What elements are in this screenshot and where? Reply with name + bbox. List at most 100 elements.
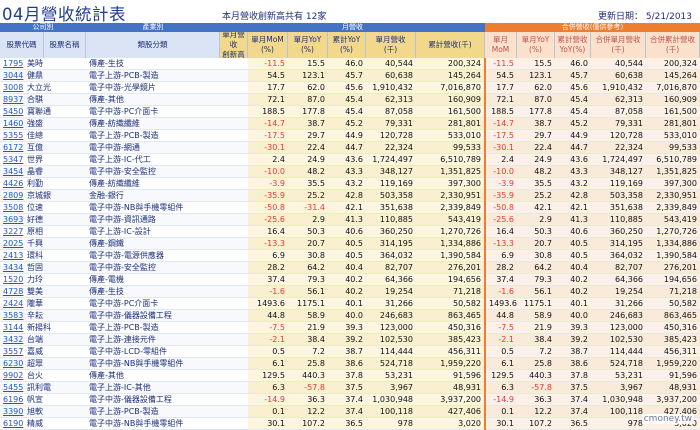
stock-name: 精威 <box>24 417 86 430</box>
yoy-value: 440.3 <box>288 369 328 383</box>
stock-name: 利勤 <box>24 177 86 191</box>
yoy-value: 48.2 <box>288 165 328 179</box>
stock-code-link[interactable]: 3432 <box>0 333 24 347</box>
col-cum-rev[interactable]: 累計營收(千) <box>416 32 485 58</box>
stock-code-link[interactable]: 5450 <box>0 105 24 119</box>
col-monthly-rev[interactable]: 單月營收 (千) <box>366 32 416 58</box>
c-yoy-value: 42.1 <box>517 201 555 215</box>
c-cum-yoy-value: 44.9 <box>555 129 591 143</box>
stock-code-link[interactable]: 3454 <box>0 165 24 179</box>
col-new-high[interactable]: 單月營收 創新高 <box>220 32 248 58</box>
stock-code-link[interactable]: 3390 <box>0 405 24 419</box>
cum-yoy-value: 45.2 <box>328 117 366 131</box>
table-row: 2413 環科 電子中游-電源供應器 6.9 30.8 40.5 364,032 1,390,… <box>0 249 700 263</box>
cum-rev-value: 160,909 <box>416 93 485 107</box>
stock-code-link[interactable]: 3144 <box>0 321 24 335</box>
col-mom[interactable]: 單月MoM (%) <box>248 32 288 58</box>
stock-code-link[interactable]: 3044 <box>0 69 24 83</box>
new-high-cell <box>220 189 248 203</box>
monthly-rev-value: 114,444 <box>366 345 416 359</box>
category: 電子上游-PCB-製造 <box>86 129 220 143</box>
update-value: 5/21/2013 <box>645 12 692 22</box>
stock-code-link[interactable]: 6172 <box>0 141 24 155</box>
mom-value: 44.8 <box>248 309 288 323</box>
c-yoy-value: 64.2 <box>517 261 555 275</box>
col-c-mom[interactable]: 單月 MoM <box>485 32 517 58</box>
stock-code-link[interactable]: 3008 <box>0 81 24 95</box>
c-cum-yoy-value: 36.5 <box>555 417 591 430</box>
col-category[interactable]: 類股分類 <box>86 32 220 58</box>
stock-code-link[interactable]: 3227 <box>0 225 24 239</box>
c-mom-value: -17.5 <box>484 129 517 143</box>
col-yoy[interactable]: 單月YoY (%) <box>288 32 328 58</box>
cum-yoy-value: 38.6 <box>328 357 366 371</box>
cum-rev-value: 543,419 <box>416 213 485 227</box>
stock-code-link[interactable]: 4728 <box>0 285 24 299</box>
yoy-value: 123.1 <box>288 69 328 83</box>
col-c-monthly-rev[interactable]: 合併單月營收 (千) <box>591 32 646 58</box>
stock-code-link[interactable]: 1795 <box>0 58 24 71</box>
cum-yoy-value: 40.2 <box>328 285 366 299</box>
cum-yoy-value: 37.8 <box>328 369 366 383</box>
stock-code-link[interactable]: 4426 <box>0 177 24 191</box>
mom-value: 0.5 <box>248 345 288 359</box>
stock-code-link[interactable]: 2025 <box>0 237 24 251</box>
stock-code-link[interactable]: 2413 <box>0 249 24 263</box>
table-row: 5355 佳總 電子上游-PCB-製造 -17.5 29.7 44.9 120,728 533… <box>0 129 700 143</box>
c-mom-value: 17.7 <box>484 81 517 95</box>
stock-code-link[interactable]: 5355 <box>0 129 24 143</box>
yoy-value: -57.8 <box>288 381 328 395</box>
stock-code-link[interactable]: 5347 <box>0 153 24 167</box>
stock-code-link[interactable]: 3434 <box>0 261 24 275</box>
stock-name: 美時 <box>24 58 86 71</box>
stock-code-link[interactable]: 3583 <box>0 309 24 323</box>
category: 電子中游-LCD-零組件 <box>86 345 220 359</box>
table-row: 3508 位速 電子中游-NB與手機零組件 -50.8 -31.4 42.1 351,638… <box>0 201 700 215</box>
c-cum-yoy-value: 38.6 <box>555 357 591 371</box>
stock-code-link[interactable]: 6190 <box>0 417 24 430</box>
col-c-cum-yoy[interactable]: 累計營收 YoY(%) <box>555 32 591 58</box>
stock-code-link[interactable]: 8937 <box>0 93 24 107</box>
c-cum-yoy-value: 42.8 <box>555 189 591 203</box>
c-cum-yoy-value: 40.2 <box>555 285 591 299</box>
col-c-yoy[interactable]: 單月YoY (%) <box>517 32 555 58</box>
monthly-rev-value: 351,638 <box>366 201 416 215</box>
new-high-cell <box>220 321 248 335</box>
category: 電子中游-資訊通路 <box>86 213 220 227</box>
c-mom-value: 37.4 <box>484 273 517 287</box>
c-mom-value: 129.5 <box>484 369 517 383</box>
table-row: 3583 辛耘 電子中游-儀器設備工程 44.8 58.9 40.0 246,683 863,… <box>0 309 700 323</box>
stock-code-link[interactable]: 3557 <box>0 345 24 359</box>
yoy-value: 22.4 <box>288 141 328 155</box>
c-yoy-value: 50.3 <box>517 225 555 239</box>
monthly-rev-value: 31,266 <box>366 297 416 311</box>
col-code[interactable]: 股票代碼 <box>0 32 44 58</box>
c-cum-yoy-value: 40.6 <box>555 225 591 239</box>
c-mom-value: -13.3 <box>484 237 517 251</box>
new-high-cell <box>220 129 248 143</box>
col-cum-yoy[interactable]: 累計YoY (%) <box>328 32 366 58</box>
cum-yoy-value: 42.8 <box>328 189 366 203</box>
stock-code-link[interactable]: 3508 <box>0 201 24 215</box>
stock-code-link[interactable]: 9902 <box>0 369 24 383</box>
c-mom-value: -10.0 <box>484 165 517 179</box>
stock-code-link[interactable]: 2424 <box>0 297 24 311</box>
stock-code-link[interactable]: 6230 <box>0 357 24 371</box>
stock-code-link[interactable]: 1520 <box>0 273 24 287</box>
cum-yoy-value: 36.5 <box>328 417 366 430</box>
c-monthly-rev-value: 524,718 <box>591 357 646 371</box>
c-cum-rev-value: 863,465 <box>646 309 700 323</box>
stock-code-link[interactable]: 6196 <box>0 393 24 407</box>
stock-code-link[interactable]: 1460 <box>0 117 24 131</box>
col-name[interactable]: 股票名稱 <box>44 32 86 58</box>
c-cum-rev-value: 397,300 <box>646 177 700 191</box>
c-cum-yoy-value: 39.3 <box>555 321 591 335</box>
cum-rev-value: 200,324 <box>416 58 485 71</box>
yoy-value: 12.2 <box>288 405 328 419</box>
stock-code-link[interactable]: 2809 <box>0 189 24 203</box>
monthly-rev-value: 87,058 <box>366 105 416 119</box>
stock-code-link[interactable]: 5455 <box>0 381 24 395</box>
col-c-cum-rev[interactable]: 合併累計營收 (千) <box>646 32 700 58</box>
mom-value: -30.1 <box>248 141 288 155</box>
stock-code-link[interactable]: 3693 <box>0 213 24 227</box>
